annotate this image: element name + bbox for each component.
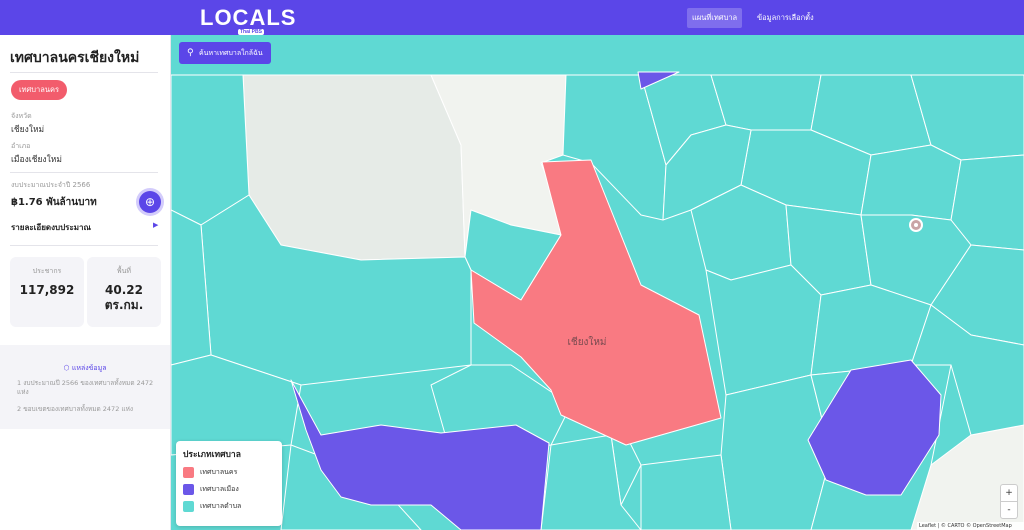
population-label: ประชากร [32,267,62,275]
budget-label: งบประมาณประจำปี 2566 [11,181,91,189]
play-arrow-icon[interactable]: ▶ [153,221,158,229]
nearby-search-label: ค้นหาเทศบาลใกล้ฉัน [199,49,263,57]
info-sidebar: เทศบาลนครเชียงใหม่ เทศบาลนคร จังหวัด เชี… [0,35,171,530]
source-title: แหล่งข้อมูล [71,364,107,372]
logo-text: LOCALS [200,5,297,30]
area-label: พื้นที่ [116,267,131,275]
legend-title: ประเภทเทศบาล [183,450,241,460]
zoom-in-button[interactable]: + [1001,485,1017,502]
province-value: เชียงใหม่ [11,125,45,135]
nearby-search-button[interactable]: ⚲ ค้นหาเทศบาลใกล้ฉัน [179,42,271,64]
plus-circle-icon[interactable]: ⊕ [139,191,161,213]
population-value: 117,892 [19,283,75,297]
legend-swatch [183,500,194,512]
map-city-label: เชียงใหม่ [567,336,606,348]
province-label: จังหวัด [11,112,32,120]
nav-election-data[interactable]: ข้อมูลการเลือกตั้ง [752,8,819,28]
source-item: 2 ขอบเขตของเทศบาลทั้งหมด 2472 แห่ง [17,405,134,413]
map-area-subdistrict [710,74,822,131]
divider [10,245,158,246]
area-unit: ตร.กม. [104,298,144,312]
zoom-control: + - [1000,484,1018,519]
municipality-title: เทศบาลนครเชียงใหม่ [10,50,140,66]
budget-value: ฿1.76 พันล้านบาท [11,197,97,208]
legend-item-city: เทศบาลนคร [183,466,237,478]
municipality-map[interactable]: เชียงใหม่ [171,35,1024,530]
source-item: 1 งบประมาณปี 2566 ของเทศบาลทั้งหมด 2472 … [17,379,154,396]
data-source-panel: ⬡ แหล่งข้อมูล 1 งบประมาณปี 2566 ของเทศบา… [0,345,170,429]
map-area-subdistrict [705,264,822,396]
map-legend: ประเภทเทศบาล เทศบาลนคร เทศบาลเมือง เทศบา… [176,441,282,526]
app-logo[interactable]: LOCALS Thai PBS [200,5,297,35]
district-label: อำเภอ [11,142,31,150]
location-pin-icon: ⚲ [187,48,194,58]
district-value: เมืองเชียงใหม่ [11,155,62,165]
map-area-subdistrict [860,144,962,221]
map-area-unincorporated [242,74,466,261]
area-value: 40.22 [105,283,143,297]
divider [10,172,158,173]
map-svg[interactable]: เชียงใหม่ [171,35,1024,530]
budget-detail-link[interactable]: รายละเอียดงบประมาณ [11,221,91,234]
divider [10,72,158,73]
cube-icon: ⬡ [63,364,70,372]
legend-swatch [183,466,194,478]
population-card: ประชากร 117,892 [10,257,84,327]
map-attribution[interactable]: Leaflet | © CARTO © OpenStreetMap [917,522,1024,530]
municipality-type-badge: เทศบาลนคร [11,80,68,100]
legend-item-town: เทศบาลเมือง [183,483,239,495]
top-navbar: LOCALS Thai PBS แผนที่เทศบาล ข้อมูลการเลื… [0,0,1024,35]
legend-swatch [183,483,194,495]
legend-item-subdistrict: เทศบาลตำบล [183,500,241,512]
area-card: พื้นที่ 40.22 ตร.กม. [87,257,161,327]
zoom-out-button[interactable]: - [1001,502,1017,519]
nav-municipality-map[interactable]: แผนที่เทศบาล [687,8,743,28]
map-area-subdistrict [640,454,732,530]
map-location-pin-icon[interactable] [909,218,923,232]
